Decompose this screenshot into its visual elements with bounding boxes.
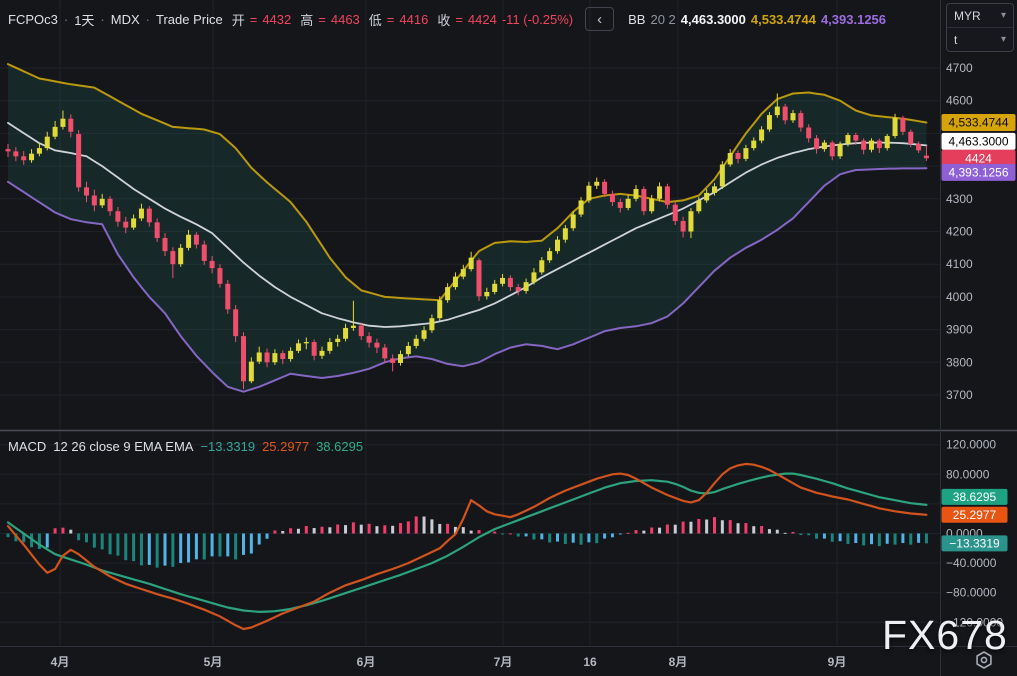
svg-text:4700: 4700 bbox=[946, 61, 973, 75]
svg-text:4000: 4000 bbox=[946, 290, 973, 304]
high-value: 4463 bbox=[331, 12, 360, 27]
open-label: 开 bbox=[232, 10, 245, 29]
svg-text:−40.0000: −40.0000 bbox=[946, 556, 997, 570]
svg-text:120.0000: 120.0000 bbox=[946, 438, 996, 452]
macd-indicator-name: MACD bbox=[8, 439, 46, 454]
trading-chart-app: 4700 4600 4300 4200 4100 4000 3900 3800 3700 120.… bbox=[0, 0, 1017, 676]
chart-canvas[interactable]: 4700 4600 4300 4200 4100 4000 3900 3800 3700 120.… bbox=[0, 0, 1017, 676]
bb-upper-value: 4,533.4744 bbox=[751, 12, 816, 27]
macd-line-value: 25.2977 bbox=[262, 439, 309, 454]
series-type-label: Trade Price bbox=[156, 12, 223, 27]
svg-text:3700: 3700 bbox=[946, 388, 973, 402]
svg-text:5月: 5月 bbox=[204, 655, 223, 669]
bb-indicator-params: 20 2 bbox=[650, 12, 675, 27]
symbol-legend: FCPOc3 · 1天 · MDX · Trade Price 开 = 4432 高… bbox=[8, 7, 886, 31]
macd-axis-badges: 38.6295 25.2977 −13.3319 bbox=[942, 489, 1008, 551]
svg-text:−120.0000: −120.0000 bbox=[946, 615, 1003, 629]
separator: · bbox=[63, 12, 69, 27]
change-value: -11 (-0.25%) bbox=[502, 12, 573, 27]
svg-text:−13.3319: −13.3319 bbox=[949, 536, 1000, 550]
svg-text:4,463.3000: 4,463.3000 bbox=[948, 134, 1008, 148]
svg-text:80.0000: 80.0000 bbox=[946, 467, 990, 481]
separator: · bbox=[145, 12, 151, 27]
chevron-down-icon: ▾ bbox=[1001, 10, 1006, 21]
bb-lower-value: 4,393.1256 bbox=[821, 12, 886, 27]
close-label: 收 bbox=[437, 10, 450, 29]
svg-text:4600: 4600 bbox=[946, 94, 973, 108]
equals: = bbox=[387, 12, 395, 27]
svg-text:38.6295: 38.6295 bbox=[953, 490, 997, 504]
svg-text:4200: 4200 bbox=[946, 225, 973, 239]
bb-indicator-name: BB bbox=[628, 12, 645, 27]
svg-text:4月: 4月 bbox=[51, 655, 70, 669]
price-scale-options: MYR ▾ t ▾ bbox=[946, 3, 1014, 52]
chevron-down-icon: ▾ bbox=[1001, 34, 1006, 45]
svg-text:25.2977: 25.2977 bbox=[953, 508, 997, 522]
svg-text:6月: 6月 bbox=[357, 655, 376, 669]
svg-text:−80.0000: −80.0000 bbox=[946, 586, 997, 600]
unit-selector[interactable]: t ▾ bbox=[947, 27, 1013, 51]
svg-text:4424: 4424 bbox=[965, 151, 992, 165]
svg-text:3800: 3800 bbox=[946, 355, 973, 369]
currency-selector[interactable]: MYR ▾ bbox=[947, 4, 1013, 27]
svg-text:4,533.4744: 4,533.4744 bbox=[948, 115, 1008, 129]
bb-basis-value: 4,463.3000 bbox=[681, 12, 746, 27]
macd-signal-value: 38.6295 bbox=[316, 439, 363, 454]
settings-icon[interactable] bbox=[974, 650, 994, 670]
separator: · bbox=[99, 12, 105, 27]
svg-text:8月: 8月 bbox=[669, 655, 688, 669]
interval-label: 1天 bbox=[74, 10, 94, 29]
close-value: 4424 bbox=[468, 12, 497, 27]
exchange-label: MDX bbox=[111, 12, 140, 27]
price-axis-badges: 4,533.4744 4,463.3000 44244,393.1256 bbox=[942, 114, 1016, 181]
chevron-left-icon: ‹ bbox=[597, 12, 602, 27]
unit-label: t bbox=[954, 33, 957, 47]
svg-text:7月: 7月 bbox=[494, 655, 513, 669]
macd-histogram-value: −13.3319 bbox=[200, 439, 255, 454]
open-value: 4432 bbox=[262, 12, 291, 27]
macd-legend: MACD 12 26 close 9 EMA EMA −13.3319 25.2… bbox=[8, 436, 363, 456]
svg-text:16: 16 bbox=[583, 655, 597, 669]
low-label: 低 bbox=[369, 10, 382, 29]
svg-text:4100: 4100 bbox=[946, 257, 973, 271]
svg-text:3900: 3900 bbox=[946, 323, 973, 337]
equals: = bbox=[455, 12, 463, 27]
equals: = bbox=[250, 12, 258, 27]
high-label: 高 bbox=[300, 10, 313, 29]
svg-text:4,393.1256: 4,393.1256 bbox=[948, 165, 1008, 179]
symbol-name: FCPOc3 bbox=[8, 12, 58, 27]
svg-text:4300: 4300 bbox=[946, 192, 973, 206]
collapse-legend-button[interactable]: ‹ bbox=[585, 7, 614, 31]
equals: = bbox=[318, 12, 326, 27]
svg-text:9月: 9月 bbox=[828, 655, 847, 669]
macd-indicator-params: 12 26 close 9 EMA EMA bbox=[53, 439, 193, 454]
currency-label: MYR bbox=[954, 9, 981, 23]
low-value: 4416 bbox=[399, 12, 428, 27]
